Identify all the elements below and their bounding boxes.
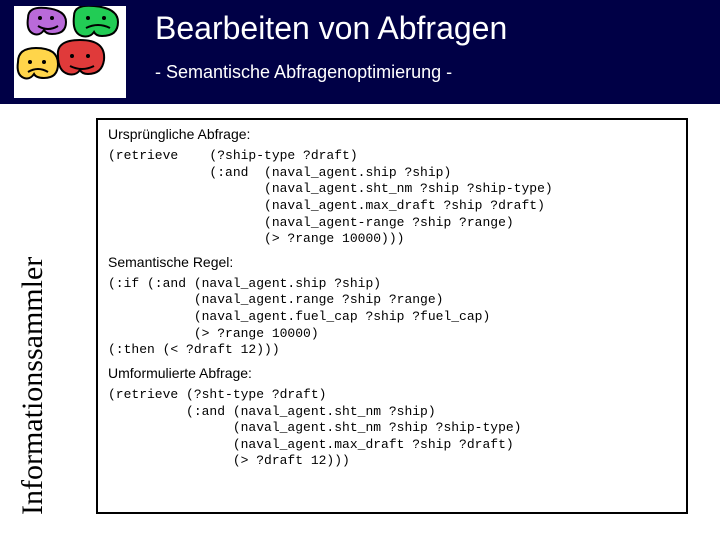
slide: Bearbeiten von Abfragen - Semantische Ab… xyxy=(0,0,720,540)
vertical-side-label: Informationssammler xyxy=(16,257,50,515)
faces-illustration xyxy=(14,6,126,98)
faces-svg-icon xyxy=(14,6,126,98)
header-band: Bearbeiten von Abfragen - Semantische Ab… xyxy=(0,0,720,104)
section-label-original: Ursprüngliche Abfrage: xyxy=(108,126,676,142)
section-label-reformulated: Umformulierte Abfrage: xyxy=(108,365,676,381)
slide-subtitle: - Semantische Abfragenoptimierung - xyxy=(155,62,452,83)
code-rule: (:if (:and (naval_agent.ship ?ship) (nav… xyxy=(108,276,676,359)
slide-title: Bearbeiten von Abfragen xyxy=(155,10,507,47)
section-label-rule: Semantische Regel: xyxy=(108,254,676,270)
code-reformulated: (retrieve (?sht-type ?draft) (:and (nava… xyxy=(108,387,676,470)
code-original: (retrieve (?ship-type ?draft) (:and (nav… xyxy=(108,148,676,248)
content-box: Ursprüngliche Abfrage: (retrieve (?ship-… xyxy=(96,118,688,514)
